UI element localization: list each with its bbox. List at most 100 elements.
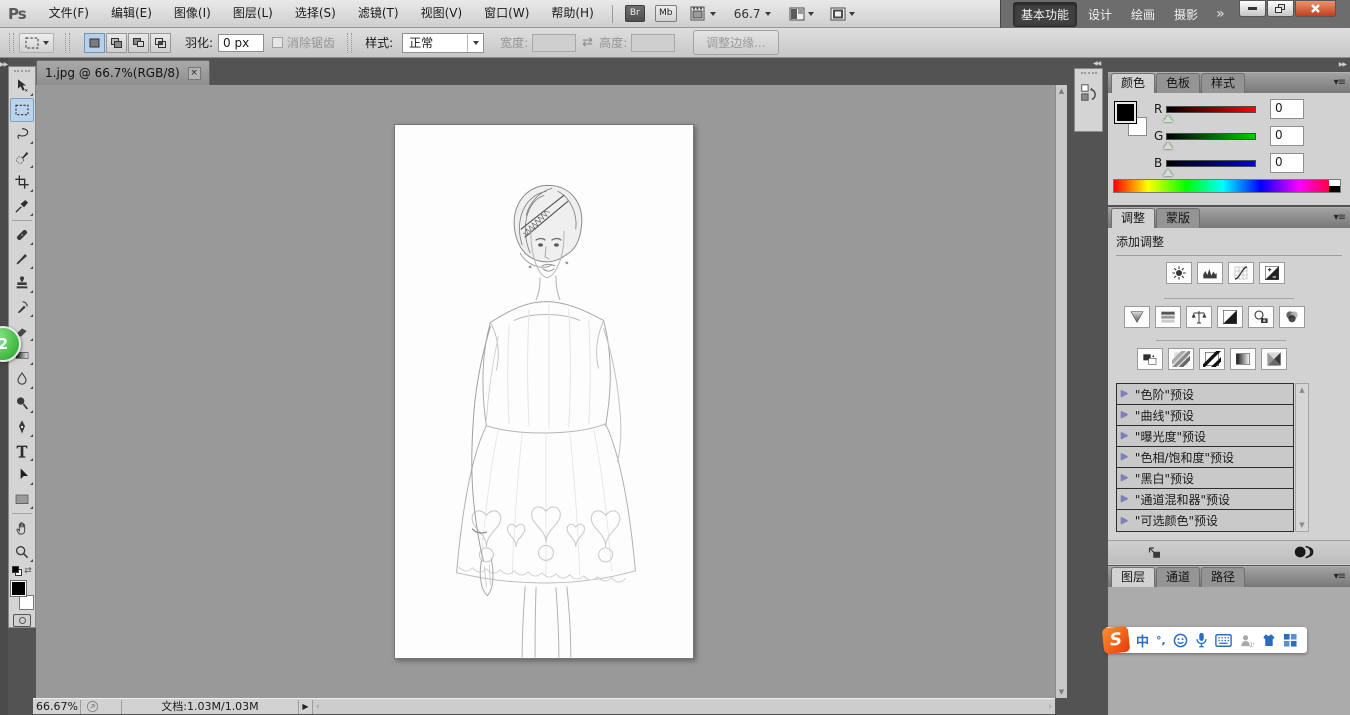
status-zoom-field[interactable]: 66.67% bbox=[33, 700, 81, 714]
black-white-button[interactable] bbox=[1217, 306, 1243, 328]
preset-list-scrollbar[interactable]: ▲ ▼ bbox=[1295, 383, 1309, 532]
restore-button[interactable] bbox=[1267, 0, 1294, 17]
workspace-design-button[interactable]: 设计 bbox=[1080, 2, 1120, 27]
menu-item-view[interactable]: 视图(V) bbox=[410, 0, 474, 27]
rectangular-marquee-tool[interactable] bbox=[10, 98, 34, 122]
quick-mask-button[interactable] bbox=[13, 614, 31, 627]
zoom-tool[interactable] bbox=[10, 540, 34, 564]
intersect-selection-button[interactable] bbox=[150, 33, 171, 53]
ime-punctuation-toggle[interactable]: °, bbox=[1156, 634, 1166, 647]
threshold-button[interactable] bbox=[1199, 348, 1225, 370]
preset-levels[interactable]: ▶"色阶"预设 bbox=[1117, 384, 1293, 405]
menu-item-edit[interactable]: 编辑(E) bbox=[100, 0, 163, 27]
antialias-checkbox[interactable] bbox=[272, 37, 283, 48]
document-tab[interactable]: 1.jpg @ 66.7%(RGB/8) × bbox=[36, 60, 210, 85]
scroll-left-icon[interactable]: ‹ bbox=[316, 702, 320, 712]
expand-arrow-icon[interactable]: ▶ bbox=[1121, 452, 1128, 462]
posterize-button[interactable] bbox=[1168, 348, 1194, 370]
preset-exposure[interactable]: ▶"曝光度"预设 bbox=[1117, 426, 1293, 447]
vertical-scrollbar[interactable]: ▲ ▼ bbox=[1055, 85, 1067, 698]
foreground-background-swatches[interactable] bbox=[9, 580, 35, 611]
green-slider-thumb[interactable] bbox=[1163, 142, 1173, 149]
move-tool[interactable] bbox=[10, 74, 34, 98]
background-color-swatch[interactable] bbox=[19, 595, 34, 610]
quick-selection-tool[interactable] bbox=[10, 146, 34, 170]
arrange-documents-button[interactable] bbox=[690, 6, 716, 21]
scroll-right-icon[interactable]: › bbox=[1048, 702, 1052, 712]
workspace-overflow-chevron[interactable]: » bbox=[1216, 6, 1225, 22]
ime-voice-button[interactable] bbox=[1195, 632, 1208, 648]
menu-item-layer[interactable]: 图层(L) bbox=[222, 0, 284, 27]
preset-channel-mixer[interactable]: ▶"通道混和器"预设 bbox=[1117, 489, 1293, 510]
sogou-logo-icon[interactable]: S bbox=[1102, 626, 1131, 655]
path-selection-tool[interactable] bbox=[10, 463, 34, 487]
selective-color-button[interactable] bbox=[1261, 348, 1287, 370]
gradient-map-button[interactable] bbox=[1230, 348, 1256, 370]
ime-skin-button[interactable] bbox=[1261, 633, 1276, 647]
preset-selective-color[interactable]: ▶"可选颜色"预设 bbox=[1117, 510, 1293, 531]
red-slider-thumb[interactable] bbox=[1163, 115, 1173, 122]
menu-item-filter[interactable]: 滤镜(T) bbox=[347, 0, 410, 27]
shape-tool[interactable] bbox=[10, 487, 34, 511]
width-input[interactable] bbox=[532, 34, 576, 52]
hue-saturation-button[interactable] bbox=[1155, 306, 1181, 328]
tab-channels[interactable]: 通道 bbox=[1156, 567, 1200, 587]
levels-button[interactable] bbox=[1197, 262, 1223, 284]
collapse-panels-icon[interactable]: ▶▶ bbox=[1339, 61, 1346, 69]
scroll-up-icon[interactable]: ▲ bbox=[1299, 386, 1304, 394]
zoom-level-control[interactable]: 66.7 bbox=[734, 7, 772, 21]
status-flyout-button[interactable]: ▶ bbox=[299, 700, 313, 714]
color-spectrum-ramp[interactable] bbox=[1113, 179, 1341, 193]
height-input[interactable] bbox=[631, 34, 675, 52]
blue-slider[interactable] bbox=[1166, 160, 1256, 167]
new-selection-button[interactable] bbox=[84, 33, 105, 53]
feather-input[interactable]: 0 px bbox=[218, 34, 264, 52]
color-balance-button[interactable] bbox=[1186, 306, 1212, 328]
expand-arrow-icon[interactable]: ▶ bbox=[1121, 410, 1128, 420]
blur-tool[interactable] bbox=[10, 367, 34, 391]
photo-filter-button[interactable] bbox=[1248, 306, 1274, 328]
workspace-photo-button[interactable]: 摄影 bbox=[1166, 2, 1206, 27]
document-tab-close-icon[interactable]: × bbox=[188, 67, 201, 80]
dodge-tool[interactable] bbox=[10, 391, 34, 415]
crop-tool[interactable] bbox=[10, 170, 34, 194]
tab-styles[interactable]: 样式 bbox=[1201, 73, 1245, 93]
ime-toolbox-button[interactable] bbox=[1283, 633, 1297, 647]
expand-arrow-icon[interactable]: ▶ bbox=[1121, 516, 1128, 526]
tab-layers[interactable]: 图层 bbox=[1111, 567, 1155, 587]
launch-mini-bridge-button[interactable]: Mb bbox=[655, 5, 677, 22]
menu-item-select[interactable]: 选择(S) bbox=[284, 0, 347, 27]
scroll-up-icon[interactable]: ▲ bbox=[1059, 87, 1064, 95]
workspace-paint-button[interactable]: 绘画 bbox=[1123, 2, 1163, 27]
add-to-selection-button[interactable] bbox=[106, 33, 127, 53]
minimize-button[interactable] bbox=[1239, 0, 1266, 17]
launch-bridge-button[interactable]: Br bbox=[625, 5, 645, 22]
spot-healing-brush-tool[interactable] bbox=[10, 223, 34, 247]
canvas-area[interactable] bbox=[36, 85, 1055, 698]
menu-item-window[interactable]: 窗口(W) bbox=[473, 0, 540, 27]
default-swap-colors[interactable]: ⇄ bbox=[12, 564, 32, 578]
panel-menu-icon[interactable]: ▾≡ bbox=[1334, 77, 1345, 88]
foreground-color-swatch[interactable] bbox=[10, 580, 27, 597]
return-to-adjustment-list-icon[interactable] bbox=[1146, 545, 1162, 560]
menu-item-image[interactable]: 图像(I) bbox=[163, 0, 222, 27]
invert-button[interactable] bbox=[1137, 348, 1163, 370]
brightness-contrast-button[interactable] bbox=[1166, 262, 1192, 284]
expand-dock-icon[interactable]: ▶▶ bbox=[0, 61, 7, 69]
preset-black-white[interactable]: ▶"黑白"预设 bbox=[1117, 468, 1293, 489]
pen-tool[interactable] bbox=[10, 415, 34, 439]
subtract-from-selection-button[interactable] bbox=[128, 33, 149, 53]
clone-stamp-tool[interactable] bbox=[10, 271, 34, 295]
collapse-dock-icon[interactable]: ◀◀ bbox=[1093, 60, 1100, 68]
ime-emoji-button[interactable] bbox=[1173, 633, 1188, 648]
scroll-down-icon[interactable]: ▼ bbox=[1299, 521, 1304, 529]
menu-item-file[interactable]: 文件(F) bbox=[38, 0, 100, 27]
tab-color[interactable]: 颜色 bbox=[1111, 73, 1155, 93]
color-swatches[interactable] bbox=[1114, 101, 1154, 141]
tab-masks[interactable]: 蒙版 bbox=[1156, 208, 1200, 228]
preset-curves[interactable]: ▶"曲线"预设 bbox=[1117, 405, 1293, 426]
history-panel-icon[interactable] bbox=[1079, 82, 1099, 104]
style-select[interactable]: 正常 bbox=[402, 33, 484, 53]
tab-paths[interactable]: 路径 bbox=[1201, 567, 1245, 587]
ime-member-button[interactable]: 15 bbox=[1239, 633, 1254, 648]
